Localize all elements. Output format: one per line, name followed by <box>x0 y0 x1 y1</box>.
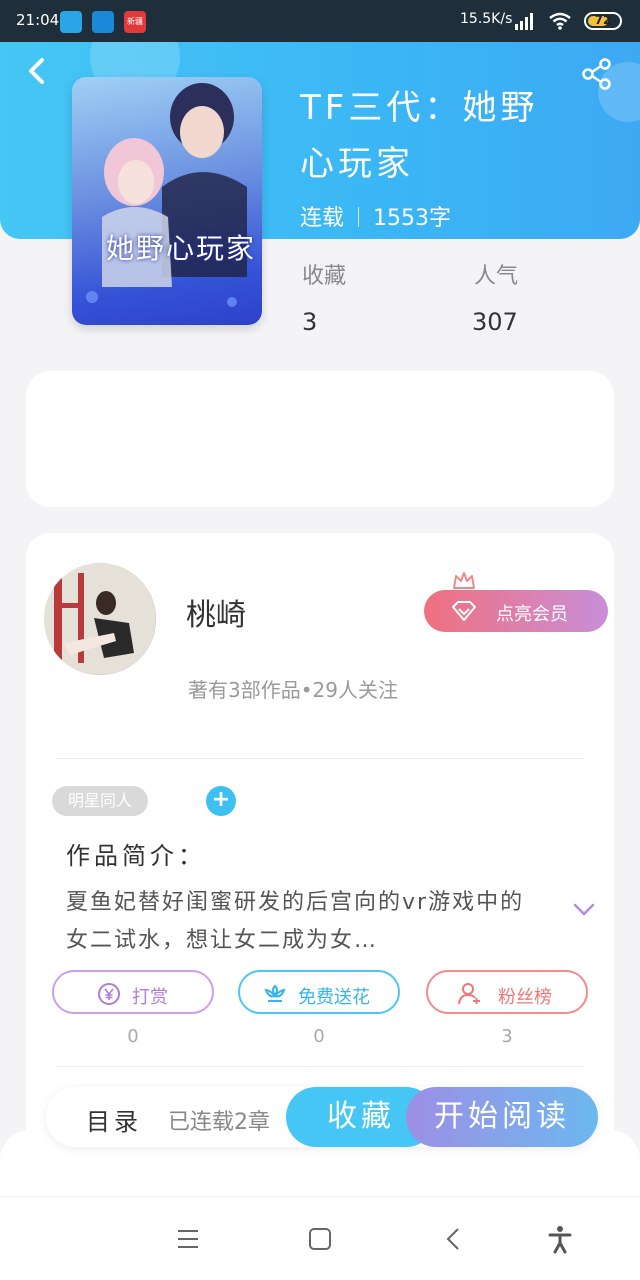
wifi-icon <box>549 12 571 30</box>
chapter-status: 已连载2章 <box>168 1110 270 1135</box>
table-of-contents-button[interactable]: 目录 <box>86 1102 142 1137</box>
cover-art <box>86 83 247 307</box>
battery-icon: 72 <box>584 12 622 30</box>
person-icon <box>458 983 480 1005</box>
tip-label: 打赏 <box>132 987 168 1008</box>
share-icon[interactable] <box>580 58 614 90</box>
crown-icon <box>453 572 475 589</box>
vip-button-label: 点亮会员 <box>496 604 568 625</box>
status-time: 21:04 <box>16 11 60 29</box>
cell-signal-icon <box>515 13 533 30</box>
fan-count: 3 <box>501 1026 513 1047</box>
fan-ranking-button[interactable]: 粉丝榜 <box>426 970 588 1014</box>
app-notification-icon <box>60 11 82 33</box>
section-divider <box>56 758 584 759</box>
tip-button[interactable]: 打赏 <box>52 970 214 1014</box>
tip-count: 0 <box>127 1026 139 1047</box>
start-reading-button[interactable]: 开始阅读 <box>406 1087 598 1147</box>
home-icon[interactable] <box>304 1223 336 1255</box>
section-divider <box>56 1066 584 1067</box>
add-tag-button[interactable]: + <box>206 786 236 816</box>
send-flower-button[interactable]: 免费送花 <box>238 970 400 1014</box>
intro-text[interactable]: 夏鱼妃替好闺蜜研发的后宫向的vr游戏中的女二试水，想让女二成为女… <box>66 884 536 960</box>
category-tag[interactable]: 明星同人 <box>52 786 149 816</box>
book-cover[interactable]: 她野心玩家 <box>72 77 262 325</box>
intro-label: 作品简介： <box>66 842 206 870</box>
author-meta: 著有3部作品•29人关注 <box>188 678 398 702</box>
avatar-photo <box>44 563 156 675</box>
diamond-icon <box>452 601 476 621</box>
battery-level: 72 <box>594 13 612 27</box>
back-nav-icon[interactable] <box>438 1223 470 1255</box>
empty-card <box>26 371 614 507</box>
flower-icon <box>264 984 286 1002</box>
system-nav-bar <box>0 1196 640 1280</box>
send-flower-label: 免费送花 <box>298 987 370 1008</box>
divider <box>358 207 360 227</box>
fan-ranking-label: 粉丝榜 <box>498 987 552 1008</box>
back-icon[interactable] <box>22 56 52 86</box>
author-name[interactable]: 桃崎 <box>186 590 246 634</box>
network-speed: 15.5K/s <box>460 11 513 27</box>
status-bar: 21:04 新疆 15.5K/s 72 <box>0 0 640 42</box>
flower-count: 0 <box>313 1026 325 1047</box>
popularity-label: 人气 <box>474 264 519 289</box>
activate-vip-button[interactable]: 点亮会员 <box>424 590 608 632</box>
book-status-line: 连载 1553字 <box>300 200 451 232</box>
accessibility-icon[interactable] <box>544 1223 576 1255</box>
serial-status: 连载 <box>300 206 345 231</box>
word-count: 1553字 <box>373 206 452 231</box>
chevron-down-icon[interactable] <box>572 902 596 918</box>
news-app-icon: 新疆 <box>124 11 146 33</box>
radio-app-icon <box>92 11 114 33</box>
menu-icon[interactable] <box>172 1223 204 1255</box>
book-title: TF三代：她野心玩家 <box>300 88 539 184</box>
favorites-count: 3 <box>302 308 318 336</box>
yen-coin-icon <box>98 983 120 1005</box>
cover-title-art: 她野心玩家 <box>106 232 257 265</box>
favorites-label: 收藏 <box>302 264 347 289</box>
avatar[interactable] <box>44 563 156 675</box>
popularity-count: 307 <box>472 308 518 336</box>
